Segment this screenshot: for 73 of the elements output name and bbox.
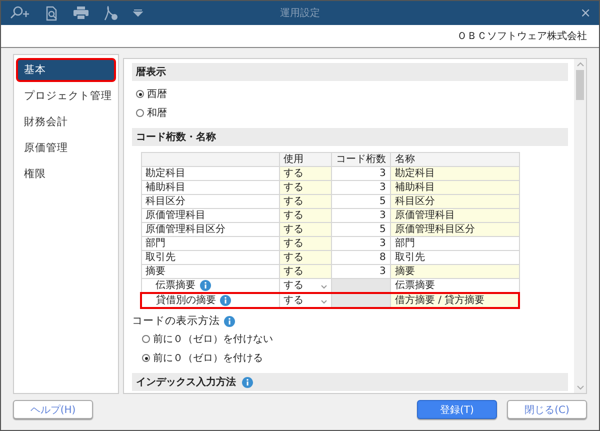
item-label: 貸借別の摘要 xyxy=(156,294,216,307)
column-header: コード桁数 xyxy=(331,152,390,166)
radio-button[interactable] xyxy=(142,354,150,362)
radio-label: 前に０（ゼロ）を付ける xyxy=(153,352,263,365)
radio-label: 前に０（ゼロ）を付けない xyxy=(153,333,273,346)
table-cell: 摘要 xyxy=(141,264,280,278)
table-cell[interactable]: する xyxy=(279,180,332,194)
table-cell: 取引先 xyxy=(141,250,280,264)
table-cell[interactable]: する xyxy=(279,208,332,222)
table-cell[interactable]: 3 xyxy=(331,236,390,250)
radio-button[interactable] xyxy=(142,335,150,343)
section-header: インデックス入力方法 xyxy=(132,373,568,391)
table-cell[interactable]: 5 xyxy=(331,194,390,208)
table-cell: 部門 xyxy=(390,236,519,250)
table-cell[interactable]: 3 xyxy=(331,208,390,222)
window-title: 運用設定 xyxy=(279,6,321,20)
table-cell: 部門 xyxy=(141,236,280,250)
sidebar-item[interactable]: 原価管理 xyxy=(16,136,116,160)
radio-button[interactable] xyxy=(136,109,144,117)
table-cell[interactable]: する xyxy=(279,250,332,264)
register-button[interactable]: 登録(T) xyxy=(417,400,497,419)
radio-button[interactable] xyxy=(136,90,144,98)
caret-icon xyxy=(320,300,327,304)
table-cell: 科目区分 xyxy=(141,194,280,208)
table-cell: 原価管理科目 xyxy=(141,208,280,222)
close-button[interactable]: × xyxy=(580,6,591,20)
radio-label: 和暦 xyxy=(147,106,167,120)
info-icon[interactable] xyxy=(200,280,210,291)
subsection-title: コードの表示方法 xyxy=(132,314,220,328)
table-cell[interactable]: 勘定科目 xyxy=(390,166,519,180)
table-cell[interactable]: 8 xyxy=(331,250,390,264)
sidebar-item[interactable]: プロジェクト管理 xyxy=(16,84,116,108)
radio-label: 西暦 xyxy=(147,88,167,101)
usage-dropdown[interactable]: する xyxy=(279,293,332,308)
table-cell: 勘定科目 xyxy=(141,166,280,180)
table-cell[interactable]: 摘要 xyxy=(390,264,519,278)
caret-icon xyxy=(320,285,327,289)
printer-icon[interactable] xyxy=(73,6,89,20)
info-icon[interactable] xyxy=(220,295,231,306)
table-cell[interactable]: する xyxy=(279,194,332,208)
scroll-thumb[interactable] xyxy=(576,70,584,100)
table-cell[interactable]: 3 xyxy=(331,180,390,194)
column-header: 使用 xyxy=(279,152,332,166)
table-cell[interactable]: 3 xyxy=(331,166,390,180)
sidebar-item[interactable]: 権限 xyxy=(16,162,116,186)
table-cell[interactable]: 原価管理科目区分 xyxy=(390,222,519,236)
table-cell[interactable]: 原価管理科目 xyxy=(390,208,519,222)
table-cell[interactable]: する xyxy=(279,166,332,180)
sidebar-item[interactable]: 基本 xyxy=(16,58,116,82)
table-cell[interactable]: 借方摘要 / 貸方摘要 xyxy=(390,293,519,308)
close-dialog-button[interactable]: 閉じる(C) xyxy=(507,400,587,419)
info-icon[interactable] xyxy=(242,376,253,388)
disabled-cell xyxy=(331,293,390,308)
scrollbar[interactable] xyxy=(574,59,586,393)
table-cell[interactable]: 補助科目 xyxy=(390,180,519,194)
table-cell: 補助科目 xyxy=(141,180,280,194)
dropdown-caret-icon[interactable] xyxy=(133,9,143,17)
company-name: ＯＢＣソフトウェア株式会社 xyxy=(457,30,587,43)
column-header: 名称 xyxy=(390,152,519,166)
section-header: 暦表示 xyxy=(132,63,568,81)
table-cell[interactable]: 科目区分 xyxy=(390,194,519,208)
table-cell[interactable]: 5 xyxy=(331,222,390,236)
item-label: 伝票摘要 xyxy=(156,279,196,292)
table-cell[interactable]: する xyxy=(279,222,332,236)
table-cell[interactable]: する xyxy=(279,264,332,278)
sidebar-item[interactable]: 財務会計 xyxy=(16,110,116,134)
preview-icon[interactable] xyxy=(45,6,59,20)
zoom-in-icon[interactable] xyxy=(9,6,31,20)
table-cell[interactable]: する xyxy=(279,236,332,250)
info-icon[interactable] xyxy=(224,316,235,326)
table-cell: 原価管理科目区分 xyxy=(141,222,280,236)
section-header: コード桁数・名称 xyxy=(132,128,568,146)
help-button[interactable]: ヘルプ(H) xyxy=(13,400,93,419)
